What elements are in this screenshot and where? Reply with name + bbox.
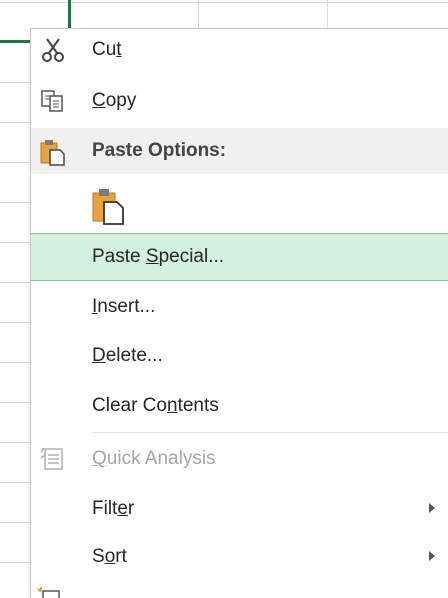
menu-item-label: Clear Contents xyxy=(92,395,219,416)
grid-column-line xyxy=(198,0,199,30)
context-menu: Cut Copy Paste Options: Paste Special...… xyxy=(30,28,448,598)
menu-item-label: Paste Special... xyxy=(92,246,225,267)
truncated-menu-item-icon xyxy=(35,585,65,598)
menu-item-insert[interactable]: Insert... xyxy=(31,284,448,330)
clipboard-icon xyxy=(38,136,68,166)
menu-item-label: Insert... xyxy=(92,296,156,317)
paste-button-row xyxy=(31,179,448,231)
submenu-arrow-icon xyxy=(429,503,435,513)
menu-item-label: Paste Options: xyxy=(92,140,227,161)
paste-options-header: Paste Options: xyxy=(31,128,448,174)
menu-item-delete[interactable]: Delete... xyxy=(31,333,448,379)
menu-item-label: Quick Analysis xyxy=(92,448,216,469)
menu-item-paste-special[interactable]: Paste Special... xyxy=(31,233,448,281)
scissors-icon xyxy=(38,35,68,65)
truncated-menu-item-label xyxy=(92,594,212,598)
menu-separator xyxy=(92,432,448,433)
menu-item-copy[interactable]: Copy xyxy=(31,78,448,124)
menu-item-cut[interactable]: Cut xyxy=(31,27,448,73)
menu-item-label: Copy xyxy=(92,90,137,111)
selected-cell-border xyxy=(0,40,30,43)
menu-item-label: Delete... xyxy=(92,345,163,366)
menu-item-label: Filter xyxy=(92,498,135,519)
menu-item-label: Sort xyxy=(92,546,127,567)
submenu-arrow-icon xyxy=(429,551,435,561)
menu-item-quick-analysis: Quick Analysis xyxy=(31,436,448,482)
quick-analysis-icon xyxy=(38,444,68,474)
grid-column-line xyxy=(327,0,328,30)
menu-item-label: Cut xyxy=(92,39,122,60)
menu-item-clear-contents[interactable]: Clear Contents xyxy=(31,383,448,429)
copy-icon xyxy=(38,86,68,116)
menu-item-filter[interactable]: Filter xyxy=(31,486,448,532)
paste-icon[interactable] xyxy=(90,186,130,226)
menu-item-sort[interactable]: Sort xyxy=(31,534,448,580)
